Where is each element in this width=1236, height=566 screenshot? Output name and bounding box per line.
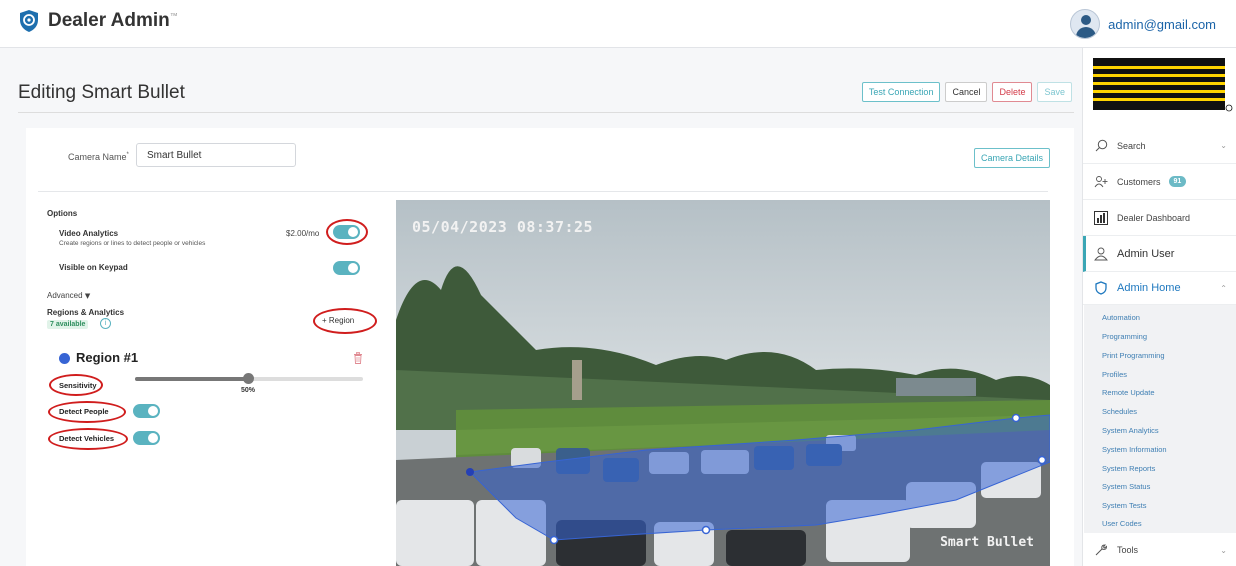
options-title: Options <box>47 209 78 218</box>
user-menu[interactable]: admin@gmail.com <box>1070 9 1216 39</box>
customers-icon <box>1093 174 1109 190</box>
sidebar-item-label: Customers <box>1117 176 1161 187</box>
region-name: Region #1 <box>76 350 139 365</box>
sidebar-item-label: Tools <box>1117 545 1139 555</box>
submenu-item-print-programming[interactable]: Print Programming <box>1102 351 1165 360</box>
caret-down-icon: ▼ <box>84 292 91 300</box>
chevron-down-icon: ⌄ <box>1220 141 1227 150</box>
divider <box>38 191 1048 192</box>
trash-icon[interactable] <box>353 352 363 364</box>
brand[interactable]: Dealer Admin™ <box>18 9 178 33</box>
sidebar-item-label: Dealer Dashboard <box>1117 212 1191 223</box>
sidebar-item-customers[interactable]: Customers 91 <box>1083 164 1236 200</box>
shield-icon <box>1093 280 1109 296</box>
submenu-item-profiles[interactable]: Profiles <box>1102 370 1127 379</box>
submenu-item-system-reports[interactable]: System Reports <box>1102 464 1155 473</box>
submenu-item-schedules[interactable]: Schedules <box>1102 407 1137 416</box>
sidebar-item-admin-user[interactable]: Admin User <box>1083 236 1236 272</box>
divider <box>18 112 1074 113</box>
submenu-item-system-information[interactable]: System Information <box>1102 445 1167 454</box>
detect-vehicles-toggle[interactable] <box>133 431 160 445</box>
camera-scene <box>396 200 1050 566</box>
submenu-item-system-analytics[interactable]: System Analytics <box>1102 426 1159 435</box>
annotation-circle <box>48 428 128 450</box>
page-title: Editing Smart Bullet <box>18 82 185 103</box>
video-analytics-title: Video Analytics <box>59 229 119 238</box>
camera-preview[interactable]: 05/04/2023 08:37:25 Smart Bullet <box>396 200 1050 566</box>
dmp-logo <box>1091 56 1233 114</box>
customers-count-badge: 91 <box>1168 176 1187 187</box>
sidebar-item-dealer-dashboard[interactable]: Dealer Dashboard <box>1083 200 1236 236</box>
camera-name-input[interactable]: Smart Bullet <box>136 143 296 167</box>
submenu-item-automation[interactable]: Automation <box>1102 313 1140 322</box>
annotation-circle <box>326 219 368 245</box>
wrench-icon <box>1093 542 1109 558</box>
slider-fill <box>135 377 249 381</box>
sensitivity-value: 50% <box>241 387 256 394</box>
regions-title: Regions & Analytics <box>47 308 125 317</box>
camera-name-label: Camera Name* <box>68 152 129 162</box>
sidebar-item-search[interactable]: Search ⌄ <box>1083 128 1236 164</box>
submenu-item-system-tests[interactable]: System Tests <box>1102 501 1146 510</box>
camera-timestamp: 05/04/2023 08:37:25 <box>412 218 594 236</box>
annotation-circle <box>48 401 126 423</box>
sidebar-item-tools[interactable]: Tools ⌄ <box>1083 535 1236 565</box>
sidebar-item-label: Search <box>1117 140 1146 151</box>
user-icon <box>1093 246 1109 262</box>
cancel-button[interactable]: Cancel <box>945 82 988 102</box>
annotation-circle <box>49 374 103 396</box>
user-email[interactable]: admin@gmail.com <box>1108 17 1216 32</box>
submenu-item-remote-update[interactable]: Remote Update <box>1102 388 1155 397</box>
slider-thumb[interactable] <box>243 373 254 384</box>
detect-people-toggle[interactable] <box>133 404 160 418</box>
region-color-dot <box>59 353 70 364</box>
annotation-circle <box>313 308 377 334</box>
delete-button[interactable]: Delete <box>992 82 1033 102</box>
admin-home-submenu: Automation Programming Print Programming… <box>1084 305 1236 533</box>
shield-logo-icon <box>20 10 38 32</box>
info-icon[interactable]: i <box>100 318 111 329</box>
sidebar: Search ⌄ Customers 91 Dealer Dashboard A… <box>1082 48 1236 566</box>
dashboard-icon <box>1093 210 1109 226</box>
video-analytics-price: $2.00/mo <box>286 229 320 238</box>
avatar[interactable] <box>1070 9 1101 39</box>
camera-details-button[interactable]: Camera Details <box>973 148 1050 168</box>
search-icon <box>1093 138 1109 154</box>
sidebar-item-admin-home[interactable]: Admin Home ⌃ <box>1083 272 1236 305</box>
available-badge: 7 available <box>47 320 89 329</box>
chevron-down-icon: ⌄ <box>1220 545 1227 555</box>
submenu-item-programming[interactable]: Programming <box>1102 332 1147 341</box>
chevron-up-icon: ⌃ <box>1220 283 1227 293</box>
test-connection-button[interactable]: Test Connection <box>861 82 941 102</box>
sidebar-item-label: Admin Home <box>1117 282 1181 294</box>
header-actions: Test Connection Cancel Delete Save <box>861 82 1072 102</box>
top-bar: Dealer Admin™ admin@gmail.com <box>0 0 1236 48</box>
sidebar-item-label: Admin User <box>1117 247 1175 260</box>
visible-on-keypad-toggle[interactable] <box>333 261 360 275</box>
camera-overlay-name: Smart Bullet <box>940 535 1034 550</box>
visible-on-keypad-title: Visible on Keypad <box>59 263 128 272</box>
brand-name: Dealer Admin™ <box>48 10 178 31</box>
submenu-item-user-codes[interactable]: User Codes <box>1102 519 1142 528</box>
save-button[interactable]: Save <box>1037 82 1072 102</box>
video-analytics-description: Create regions or lines to detect people… <box>59 240 206 247</box>
advanced-toggle[interactable]: Advanced ▼ <box>47 291 90 300</box>
submenu-item-system-status[interactable]: System Status <box>1102 482 1150 491</box>
